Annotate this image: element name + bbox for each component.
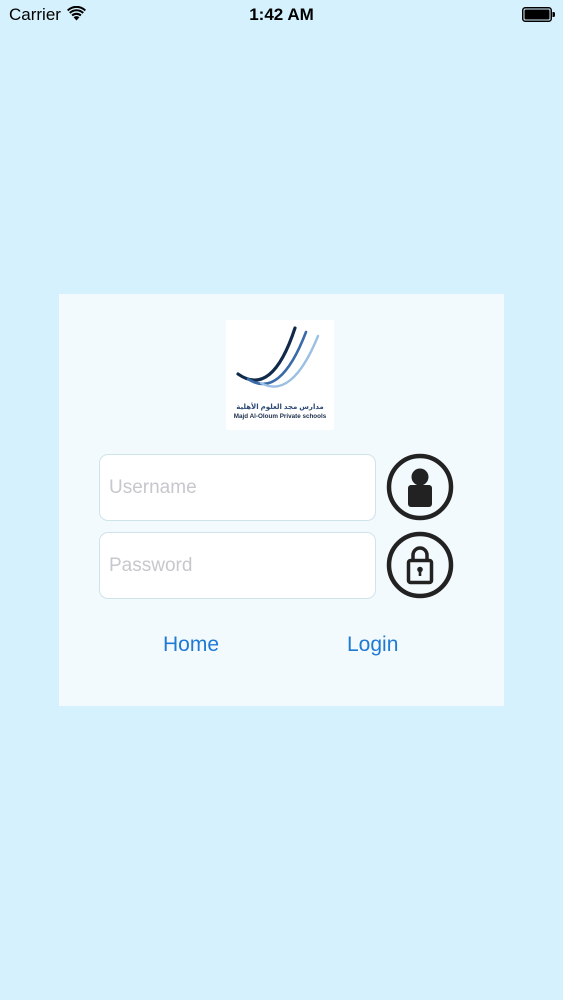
password-input[interactable] xyxy=(100,533,375,598)
username-input[interactable] xyxy=(100,455,375,520)
logo-english-name: Majd Al-Oloum Private schools xyxy=(233,413,327,420)
logo-arabic-name: مدارس مجد العلوم الأهلية xyxy=(236,404,324,411)
login-card: مدارس مجد العلوم الأهلية Majd Al-Oloum P… xyxy=(59,294,504,706)
login-button[interactable]: Login xyxy=(347,633,398,657)
user-icon xyxy=(386,453,454,521)
username-field[interactable] xyxy=(99,454,376,521)
school-logo: مدارس مجد العلوم الأهلية Majd Al-Oloum P… xyxy=(226,320,334,430)
status-time: 1:42 AM xyxy=(249,5,314,24)
password-field[interactable] xyxy=(99,532,376,599)
home-button[interactable]: Home xyxy=(163,633,219,657)
lock-icon xyxy=(386,531,454,599)
status-bar: Carrier 1:42 AM xyxy=(0,0,563,30)
battery-full-icon xyxy=(522,7,555,22)
